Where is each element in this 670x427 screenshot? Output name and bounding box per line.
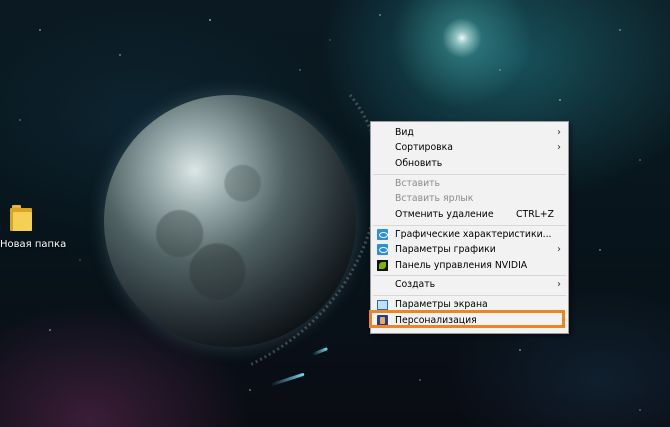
menu-item-label: Графические характеристики...	[395, 229, 552, 240]
menu-item-label: Создать	[395, 279, 436, 290]
context-menu: Вид › Сортировка › Обновить Вставить Вст…	[370, 121, 569, 334]
highlight-frame	[369, 310, 565, 328]
chevron-right-icon: ›	[557, 279, 561, 290]
menu-item-label: Вид	[395, 127, 414, 138]
menu-separator	[373, 275, 566, 276]
menu-item-paste-shortcut[interactable]: Вставить ярлык	[371, 191, 568, 206]
menu-item-undo-delete[interactable]: Отменить удаление CTRL+Z	[371, 207, 568, 222]
menu-item-label: Отменить удаление	[395, 209, 494, 220]
menu-item-new[interactable]: Создать ›	[371, 277, 568, 292]
display-icon	[377, 300, 388, 310]
menu-item-graphics-properties[interactable]: Графические характеристики...	[371, 227, 568, 242]
menu-item-view[interactable]: Вид ›	[371, 125, 568, 140]
menu-separator	[373, 295, 566, 296]
menu-item-sort[interactable]: Сортировка ›	[371, 140, 568, 155]
intel-graphics-icon	[377, 229, 388, 240]
menu-item-paste[interactable]: Вставить	[371, 176, 568, 191]
menu-item-label: Сортировка	[395, 142, 453, 153]
intel-graphics-icon	[377, 244, 388, 255]
menu-item-graphics-options[interactable]: Параметры графики ›	[371, 242, 568, 257]
menu-item-label: Панель управления NVIDIA	[395, 260, 528, 271]
menu-separator	[373, 174, 566, 175]
menu-item-shortcut: CTRL+Z	[516, 209, 554, 220]
desktop-background[interactable]: Новая папка	[0, 0, 670, 427]
chevron-right-icon: ›	[557, 127, 561, 138]
desktop-icon-new-folder[interactable]: Новая папка	[0, 205, 67, 250]
menu-item-label: Обновить	[395, 158, 443, 169]
menu-separator	[373, 225, 566, 226]
folder-icon	[10, 205, 32, 231]
nvidia-icon	[377, 260, 388, 271]
menu-item-label: Вставить ярлык	[395, 193, 474, 204]
menu-item-nvidia-panel[interactable]: Панель управления NVIDIA	[371, 258, 568, 273]
menu-item-refresh[interactable]: Обновить	[371, 156, 568, 171]
planet-illustration	[104, 95, 356, 347]
menu-item-label: Вставить	[395, 178, 441, 189]
chevron-right-icon: ›	[557, 142, 561, 153]
desktop-icon-label: Новая папка	[0, 239, 67, 250]
chevron-right-icon: ›	[557, 244, 561, 255]
menu-item-label: Параметры графики	[395, 244, 496, 255]
